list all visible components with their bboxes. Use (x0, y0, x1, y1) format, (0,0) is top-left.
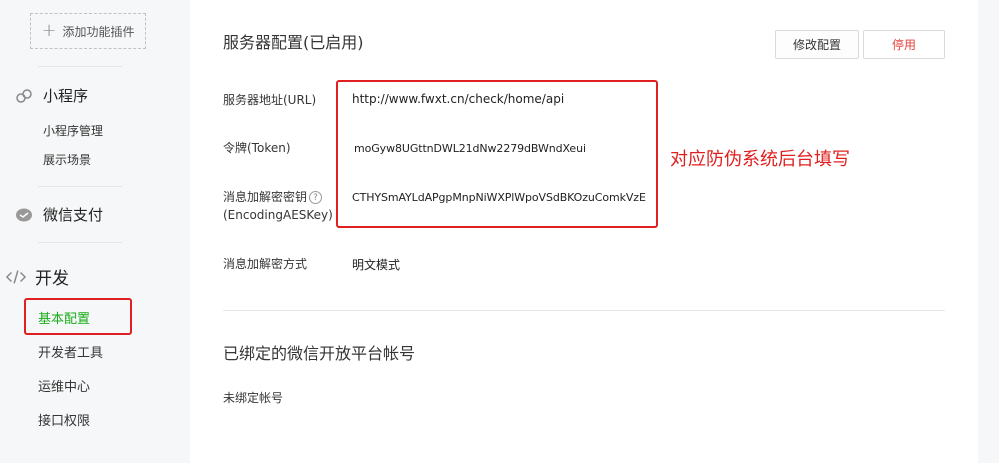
sidebar-item-ops-center[interactable]: 运维中心 (38, 376, 90, 395)
wechat-pay-icon (14, 205, 34, 225)
aeskey-label: 消息加解密密钥? (EncodingAESKey) (223, 188, 333, 224)
sidebar-item-display-scene[interactable]: 展示场景 (43, 151, 91, 168)
aeskey-label-line1: 消息加解密密钥 (223, 190, 308, 204)
url-label: 服务器地址(URL) (223, 93, 317, 107)
miniprogram-icon (14, 86, 34, 106)
plus-icon: + (41, 20, 57, 41)
server-config-title: 服务器配置(已启用) (223, 33, 364, 52)
open-platform-status: 未绑定帐号 (223, 391, 284, 405)
sidebar-divider (38, 186, 122, 187)
right-gutter (978, 0, 999, 463)
sidebar-item-api-permissions[interactable]: 接口权限 (38, 410, 90, 429)
sidebar-category-miniprogram[interactable]: 小程序 (14, 85, 88, 106)
help-icon[interactable]: ? (309, 191, 323, 204)
sidebar-item-miniprogram-manage[interactable]: 小程序管理 (43, 122, 103, 139)
sidebar-category-label: 微信支付 (43, 206, 104, 224)
sidebar-category-wechat-pay[interactable]: 微信支付 (14, 204, 103, 225)
sidebar-category-label: 小程序 (43, 87, 89, 105)
add-plugin-label: 添加功能插件 (62, 24, 135, 39)
section-divider (223, 310, 945, 311)
main-panel: 服务器配置(已启用) 修改配置 停用 服务器地址(URL) http://www… (190, 0, 978, 463)
sidebar: + 添加功能插件 小程序 小程序管理 展示场景 微信支付 开发 基本配置 开发者… (0, 0, 190, 463)
token-label: 令牌(Token) (223, 141, 291, 155)
open-platform-title: 已绑定的微信开放平台帐号 (223, 344, 416, 363)
encryption-mode-value: 明文模式 (352, 258, 401, 272)
sidebar-category-develop[interactable]: 开发 (6, 264, 69, 289)
sidebar-item-dev-tools[interactable]: 开发者工具 (38, 342, 103, 361)
add-plugin-button[interactable]: + 添加功能插件 (30, 13, 146, 49)
disable-button[interactable]: 停用 (863, 30, 945, 59)
edit-config-button[interactable]: 修改配置 (775, 30, 859, 59)
highlight-box-basic-config (24, 298, 132, 335)
code-icon (6, 267, 26, 287)
aeskey-label-line2: (EncodingAESKey) (223, 208, 333, 222)
annotation-text: 对应防伪系统后台填写 (670, 149, 850, 170)
encryption-mode-label: 消息加解密方式 (223, 257, 308, 271)
sidebar-divider (38, 66, 122, 67)
sidebar-category-label: 开发 (35, 269, 69, 289)
sidebar-divider (38, 242, 122, 243)
highlight-box-server-fields (336, 80, 658, 228)
